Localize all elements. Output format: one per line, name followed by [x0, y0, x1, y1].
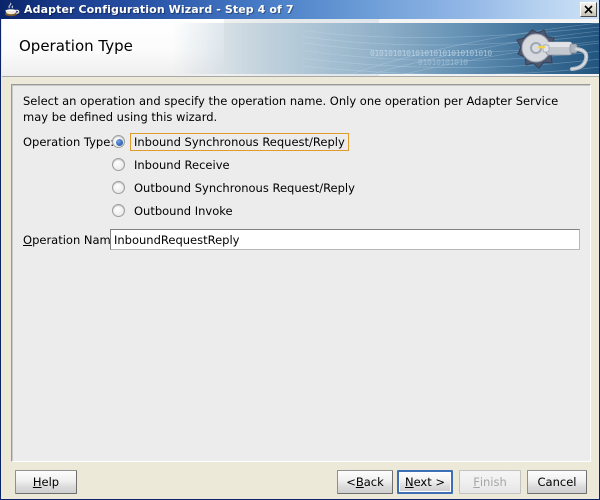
wizard-dialog: Adapter Configuration Wizard - Step 4 of… [0, 0, 600, 500]
operation-name-label-rest: peration Name: [32, 233, 122, 247]
operation-type-radio-group: Inbound Synchronous Request/Reply Inboun… [112, 130, 359, 222]
radio-label[interactable]: Inbound Synchronous Request/Reply [130, 132, 349, 151]
window-title: Adapter Configuration Wizard - Step 4 of… [24, 3, 294, 16]
radio-label[interactable]: Outbound Invoke [130, 202, 237, 220]
next-button[interactable]: Next > [397, 470, 453, 494]
next-mnemonic: N [404, 475, 414, 489]
banner-divider [2, 76, 599, 77]
radio-option-inbound-receive[interactable]: Inbound Receive [112, 153, 359, 176]
help-button[interactable]: Help [15, 470, 77, 494]
help-mnemonic: H [32, 475, 42, 489]
title-bar: Adapter Configuration Wizard - Step 4 of… [1, 0, 599, 19]
back-button[interactable]: < Back [337, 470, 393, 494]
back-label-post: ack [363, 475, 384, 489]
help-label-rest: elp [41, 475, 60, 489]
close-icon[interactable] [580, 2, 597, 17]
radio-option-outbound-sync-request-reply[interactable]: Outbound Synchronous Request/Reply [112, 176, 359, 199]
wizard-banner: 010101010101010101010101010 01010101010 [2, 19, 599, 77]
cancel-label: Cancel [537, 475, 577, 489]
page-title: Operation Type [19, 37, 133, 55]
finish-mnemonic: F [473, 475, 480, 489]
finish-button: Finish [459, 470, 521, 494]
cancel-button[interactable]: Cancel [527, 470, 587, 494]
radio-label[interactable]: Outbound Synchronous Request/Reply [130, 179, 359, 197]
radio-icon[interactable] [112, 181, 125, 194]
radio-icon[interactable] [112, 204, 125, 217]
radio-option-outbound-invoke[interactable]: Outbound Invoke [112, 199, 359, 222]
java-coffee-cup-icon [4, 2, 20, 18]
operation-name-label-mnemonic: O [23, 233, 33, 247]
operation-name-input[interactable] [110, 229, 580, 250]
finish-label-post: inish [479, 475, 507, 489]
radio-icon[interactable] [112, 158, 125, 171]
back-label-pre: < [346, 475, 356, 489]
operation-type-label: Operation Type: [23, 135, 115, 149]
radio-icon[interactable] [112, 135, 125, 148]
next-label-post: ext > [413, 475, 446, 489]
content-panel: Select an operation and specify the oper… [11, 84, 591, 462]
instruction-text: Select an operation and specify the oper… [23, 94, 559, 124]
binary-line-1: 010101010101010101010101010 [370, 49, 492, 58]
radio-option-inbound-sync-request-reply[interactable]: Inbound Synchronous Request/Reply [112, 130, 359, 153]
gear-plug-icon [502, 24, 594, 74]
operation-name-label: Operation Name: [23, 233, 122, 247]
back-mnemonic: B [355, 475, 364, 489]
radio-label[interactable]: Inbound Receive [130, 156, 234, 174]
